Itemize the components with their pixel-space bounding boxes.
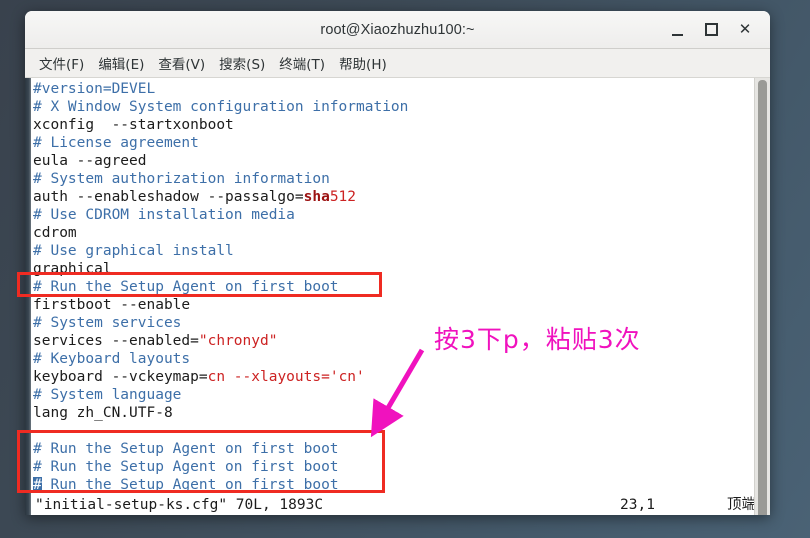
- editor-line-pasted-2: # Run the Setup Agent on first boot: [31, 458, 770, 476]
- line-text: keyboard --vckeymap=: [33, 369, 208, 385]
- editor-line: firstboot --enable: [31, 296, 770, 314]
- close-button[interactable]: ✕: [728, 15, 762, 45]
- editor-line: xconfig --startxonboot: [31, 116, 770, 134]
- text-cursor: #: [33, 477, 42, 493]
- line-text: # Use CDROM installation media: [33, 207, 295, 223]
- line-text-value: 512: [329, 189, 357, 205]
- terminal-window: root@Xiaozhuzhu100:~ ✕ 文件(F) 编辑(E) 查看(V)…: [25, 11, 770, 515]
- line-text: # System language: [33, 387, 182, 403]
- close-icon: ✕: [738, 20, 752, 38]
- window-controls: ✕: [660, 11, 762, 48]
- vim-status-line: "initial-setup-ks.cfg" 70L, 1893C 23,1 顶…: [31, 496, 770, 515]
- line-text: services --enabled=: [33, 333, 199, 349]
- maximize-icon: [704, 23, 718, 36]
- window-titlebar[interactable]: root@Xiaozhuzhu100:~ ✕: [25, 11, 770, 49]
- editor-line-pasted-3: # Run the Setup Agent on first boot: [31, 476, 770, 494]
- editor-line: graphical: [31, 260, 770, 278]
- line-text: # Run the Setup Agent on first boot: [33, 459, 339, 475]
- editor-line: # System services: [31, 314, 770, 332]
- terminal-scrollbar[interactable]: [754, 78, 770, 515]
- editor-line: lang zh_CN.UTF-8: [31, 404, 770, 422]
- line-text: # Use graphical install: [33, 243, 234, 259]
- line-text: # Run the Setup Agent on first boot: [33, 441, 339, 457]
- line-text: cdrom: [33, 225, 77, 241]
- window-title: root@Xiaozhuzhu100:~: [320, 21, 475, 38]
- editor-line: # Keyboard layouts: [31, 350, 770, 368]
- line-text: # X Window System configuration informat…: [33, 99, 409, 115]
- menu-item-file[interactable]: 文件(F): [32, 50, 91, 76]
- editor-line: keyboard --vckeymap=cn --xlayouts='cn': [31, 368, 770, 386]
- editor-line: # X Window System configuration informat…: [31, 98, 770, 116]
- scrollbar-thumb[interactable]: [758, 80, 767, 515]
- menu-item-search[interactable]: 搜索(S): [212, 50, 272, 76]
- status-scroll-state: 顶端: [727, 497, 756, 513]
- terminal-area[interactable]: #version=DEVEL # X Window System configu…: [25, 78, 770, 515]
- menu-bar: 文件(F) 编辑(E) 查看(V) 搜索(S) 终端(T) 帮助(H): [25, 49, 770, 78]
- editor-line: # System language: [31, 386, 770, 404]
- line-text-value: sha: [303, 189, 330, 205]
- editor-line: #version=DEVEL: [31, 80, 770, 98]
- editor-line: auth --enableshadow --passalgo=sha512: [31, 188, 770, 206]
- line-text: lang zh_CN.UTF-8: [33, 405, 173, 421]
- editor-line-blank: [31, 422, 770, 440]
- line-text-value: cn: [207, 369, 226, 385]
- menu-item-view[interactable]: 查看(V): [151, 50, 212, 76]
- editor-line: # Use graphical install: [31, 242, 770, 260]
- editor-line: # Use CDROM installation media: [31, 206, 770, 224]
- line-text-value: --xlayouts='cn': [225, 369, 365, 385]
- maximize-button[interactable]: [694, 15, 728, 45]
- line-text: # Run the Setup Agent on first boot: [33, 279, 339, 295]
- line-text: firstboot --enable: [33, 297, 191, 313]
- line-text-value: "chronyd": [198, 333, 278, 349]
- line-text: auth --enableshadow --passalgo=: [33, 189, 304, 205]
- minimize-button[interactable]: [660, 15, 694, 45]
- line-text: xconfig --startxonboot: [33, 117, 234, 133]
- editor-line: # License agreement: [31, 134, 770, 152]
- line-text: eula --agreed: [33, 153, 147, 169]
- vim-text-buffer[interactable]: #version=DEVEL # X Window System configu…: [31, 78, 770, 515]
- editor-line: eula --agreed: [31, 152, 770, 170]
- minimize-icon: [671, 33, 683, 36]
- menu-item-edit[interactable]: 编辑(E): [91, 50, 151, 76]
- editor-line-pasted-1: # Run the Setup Agent on first boot: [31, 440, 770, 458]
- line-text: #version=DEVEL: [33, 81, 156, 97]
- menu-item-terminal[interactable]: 终端(T): [272, 50, 332, 76]
- editor-line: cdrom: [31, 224, 770, 242]
- status-file-message: "initial-setup-ks.cfg" 70L, 1893C: [35, 497, 324, 513]
- status-cursor-position: 23,1: [620, 497, 655, 513]
- line-text: # Keyboard layouts: [33, 351, 191, 367]
- editor-line-highlighted-top: # Run the Setup Agent on first boot: [31, 278, 770, 296]
- line-text: # System services: [33, 315, 182, 331]
- line-text: # System authorization information: [33, 171, 330, 187]
- menu-item-help[interactable]: 帮助(H): [332, 50, 394, 76]
- editor-line: services --enabled="chronyd": [31, 332, 770, 350]
- line-text: Run the Setup Agent on first boot: [41, 477, 339, 493]
- line-text: # License agreement: [33, 135, 199, 151]
- editor-line: # System authorization information: [31, 170, 770, 188]
- line-text: graphical: [33, 261, 112, 277]
